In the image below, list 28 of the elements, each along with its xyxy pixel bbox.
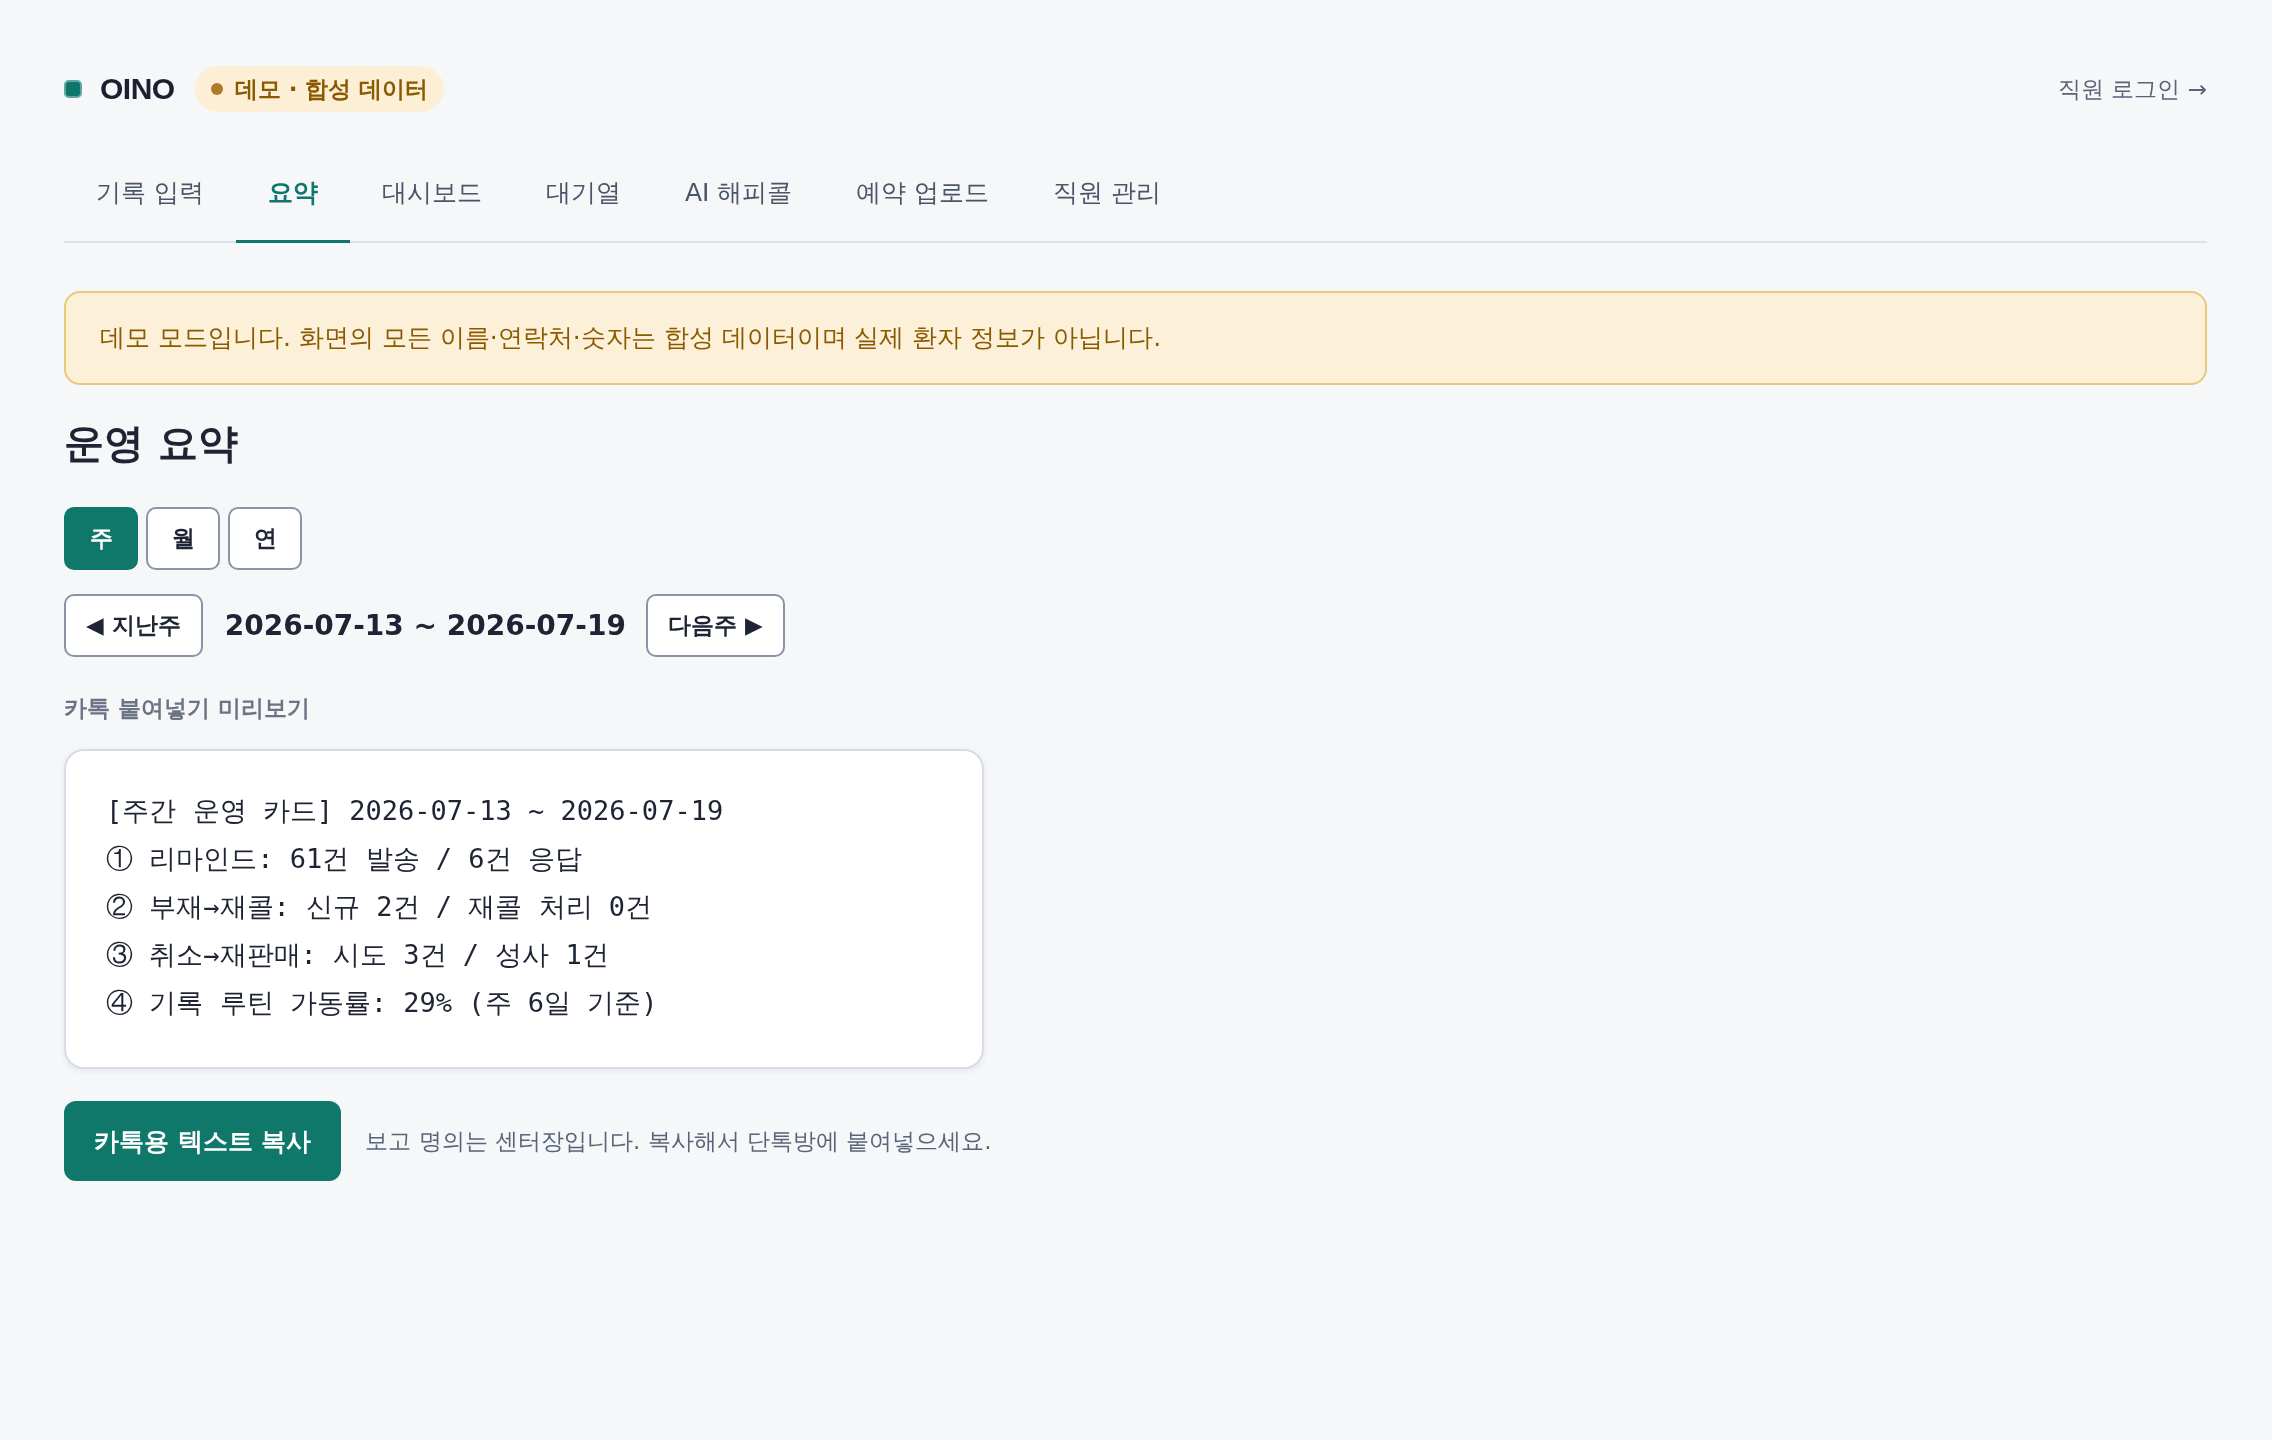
- prev-week-button[interactable]: ◀ 지난주: [64, 594, 203, 657]
- period-tab[interactable]: 주: [64, 507, 138, 570]
- demo-notice: 데모 모드입니다. 화면의 모든 이름·연락처·숫자는 합성 데이터이며 실제 환자 정보가 아닙니다.: [64, 291, 2207, 385]
- nav-tab[interactable]: 대시보드: [349, 144, 514, 243]
- next-week-button[interactable]: 다음주 ▶: [645, 594, 785, 657]
- page-title: 운영 요약: [64, 419, 238, 468]
- preview-line: ② 부재→재콜: 신규 2건 / 재콜 처리 0건: [106, 890, 653, 924]
- date-range: 2026-07-13 ~ 2026-07-19: [224, 609, 626, 642]
- preview-line: [주간 운영 카드] 2026-07-13 ~ 2026-07-19: [106, 794, 724, 828]
- nav-tab[interactable]: 기록 입력: [64, 144, 236, 243]
- nav-tab[interactable]: 예약 업로드: [824, 144, 1022, 243]
- logo-square-icon: [64, 80, 82, 98]
- preview-label: 카톡 붙여넣기 미리보기: [64, 694, 310, 723]
- copy-note: 보고 명의는 센터장입니다. 복사해서 단톡방에 붙여넣으세요.: [365, 1126, 992, 1156]
- nav-tab[interactable]: 대기열: [513, 144, 653, 243]
- login-link[interactable]: 직원 로그인 →: [2058, 73, 2207, 105]
- period-tab[interactable]: 연: [228, 507, 302, 570]
- preview-line: ① 리마인드: 61건 발송 / 6건 응답: [106, 842, 582, 876]
- logo-text: OINO: [100, 72, 175, 106]
- copy-button[interactable]: 카톡용 텍스트 복사: [64, 1101, 342, 1181]
- nav-tab[interactable]: 직원 관리: [1021, 144, 1194, 243]
- nav-tab[interactable]: AI 해피콜: [652, 144, 825, 243]
- preview-line: ③ 취소→재판매: 시도 3건 / 성사 1건: [106, 938, 609, 972]
- status-dot-icon: [210, 83, 223, 95]
- nav-tab[interactable]: 요약: [235, 144, 350, 243]
- period-tab[interactable]: 월: [146, 507, 220, 570]
- badge-label: 데모 · 합성 데이터: [234, 74, 429, 104]
- preview-line: ④ 기록 루틴 가동률: 29% (주 6일 기준): [106, 986, 658, 1020]
